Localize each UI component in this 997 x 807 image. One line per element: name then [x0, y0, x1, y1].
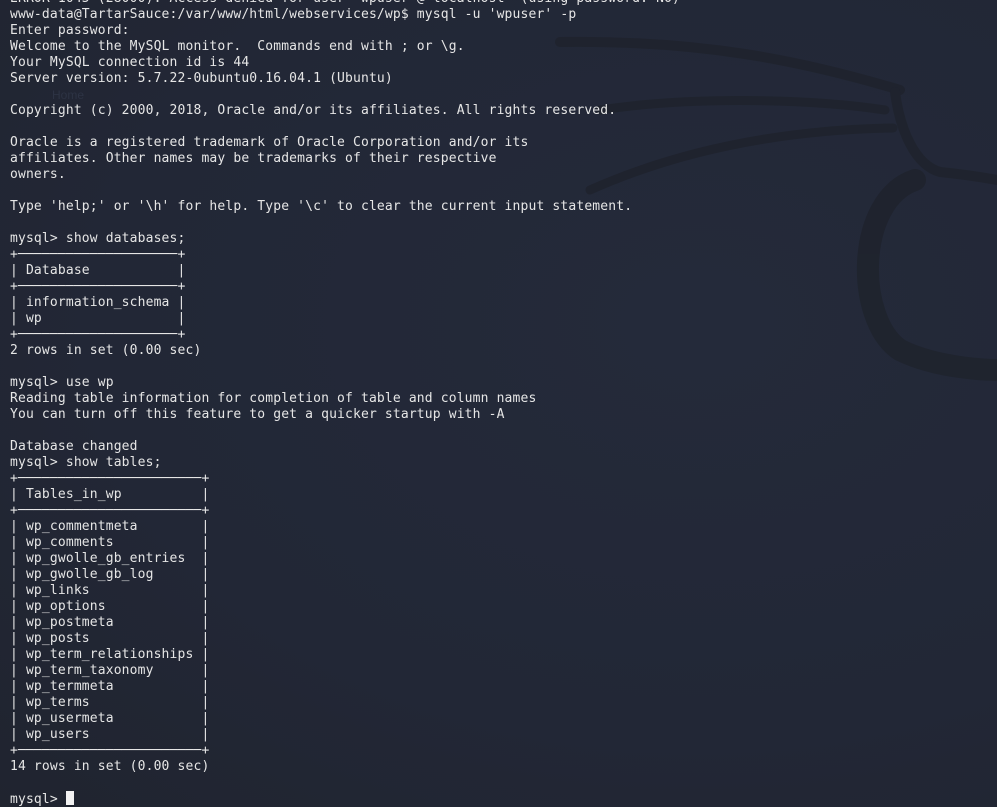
terminal-line: | Tables_in_wp |: [10, 487, 210, 502]
terminal-line: owners.: [10, 167, 66, 182]
terminal-line: +───────────────────────+: [10, 471, 210, 486]
terminal-line: Oracle is a registered trademark of Orac…: [10, 135, 529, 150]
terminal-line: Your MySQL connection id is 44: [10, 55, 250, 70]
prompt-line[interactable]: mysql>: [10, 791, 680, 807]
terminal-line: Type 'help;' or '\h' for help. Type '\c'…: [10, 199, 633, 214]
terminal-line: You can turn off this feature to get a q…: [10, 407, 505, 422]
terminal-line: +───────────────────────+: [10, 743, 210, 758]
terminal-line: | wp_gwolle_gb_entries |: [10, 551, 210, 566]
terminal-line: | wp_posts |: [10, 631, 210, 646]
terminal-line: Server version: 5.7.22-0ubuntu0.16.04.1 …: [10, 71, 393, 86]
terminal-line: 14 rows in set (0.00 sec): [10, 759, 210, 774]
terminal-line: +────────────────────+: [10, 279, 186, 294]
terminal-line: mysql> show databases;: [10, 231, 186, 246]
text-cursor: [65, 791, 74, 805]
terminal-output: ERROR 1045 (28000): Access denied for us…: [10, 0, 680, 807]
terminal-line: Welcome to the MySQL monitor. Commands e…: [10, 39, 465, 54]
terminal-line: | wp_postmeta |: [10, 615, 210, 630]
terminal-line: Copyright (c) 2000, 2018, Oracle and/or …: [10, 103, 617, 118]
terminal-line: | wp_links |: [10, 583, 210, 598]
terminal-line: | wp |: [10, 311, 186, 326]
mysql-prompt: mysql>: [10, 792, 66, 807]
terminal-line: +────────────────────+: [10, 247, 186, 262]
terminal-line: | wp_users |: [10, 727, 210, 742]
terminal-line: | wp_comments |: [10, 535, 210, 550]
terminal-line: Enter password:: [10, 23, 138, 38]
terminal-line: | wp_commentmeta |: [10, 519, 210, 534]
terminal-line: Database changed: [10, 439, 138, 454]
terminal-line: | wp_usermeta |: [10, 711, 210, 726]
terminal-line: | wp_term_relationships |: [10, 647, 210, 662]
terminal-line: Reading table information for completion…: [10, 391, 537, 406]
terminal-window[interactable]: Home ERROR 1045 (28000): Access denied f…: [0, 0, 997, 807]
terminal-line: | information_schema |: [10, 295, 186, 310]
terminal-line: +───────────────────────+: [10, 503, 210, 518]
terminal-line: mysql> show tables;: [10, 455, 162, 470]
terminal-line: | wp_termmeta |: [10, 679, 210, 694]
terminal-line: | wp_term_taxonomy |: [10, 663, 210, 678]
terminal-line: | Database |: [10, 263, 186, 278]
terminal-line: mysql> use wp: [10, 375, 114, 390]
terminal-line: +────────────────────+: [10, 327, 186, 342]
terminal-line: | wp_options |: [10, 599, 210, 614]
terminal-line: 2 rows in set (0.00 sec): [10, 343, 202, 358]
terminal-line: ERROR 1045 (28000): Access denied for us…: [10, 0, 680, 7]
terminal-line: | wp_gwolle_gb_log |: [10, 567, 210, 582]
terminal-line: www-data@TartarSauce:/var/www/html/webse…: [10, 7, 577, 22]
terminal-line: affiliates. Other names may be trademark…: [10, 151, 497, 166]
terminal-line: | wp_terms |: [10, 695, 210, 710]
